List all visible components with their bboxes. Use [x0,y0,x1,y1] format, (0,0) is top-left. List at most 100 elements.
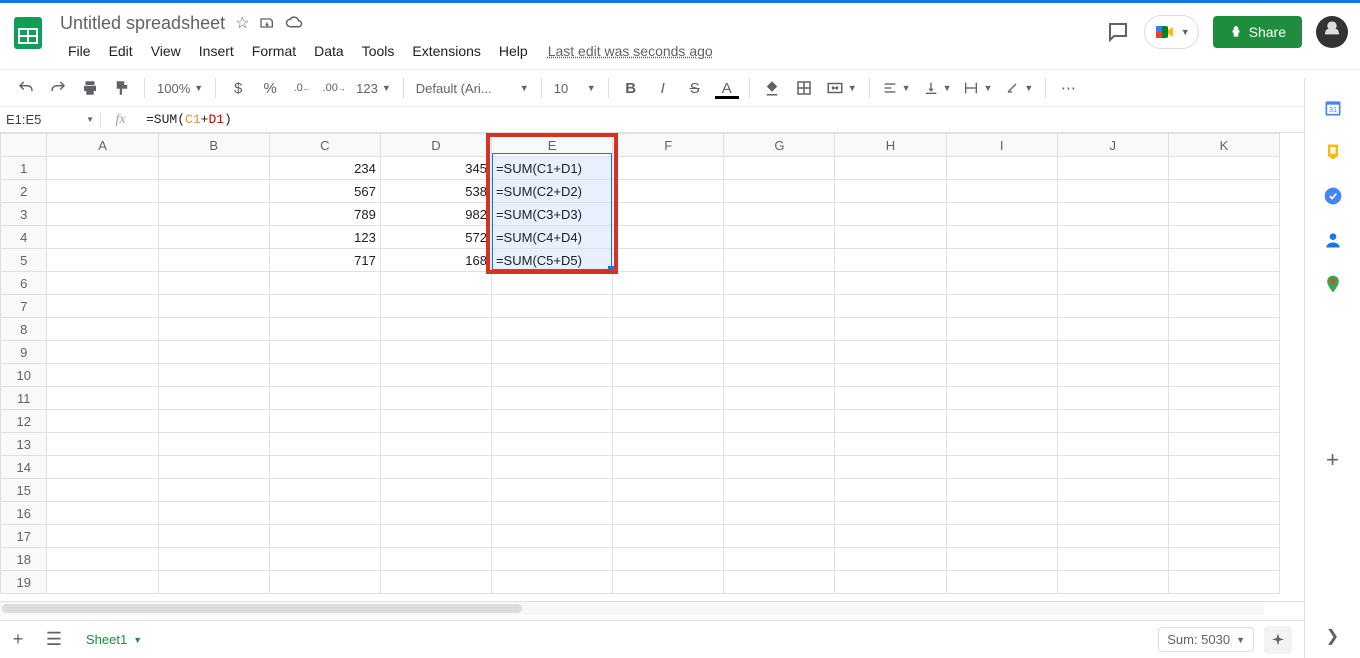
cell-G2[interactable] [724,180,835,203]
star-icon[interactable]: ☆ [235,13,249,33]
col-header-H[interactable]: H [835,134,946,157]
cell-B9[interactable] [158,341,269,364]
cell-H5[interactable] [835,249,946,272]
cell-I12[interactable] [946,410,1057,433]
cell-D15[interactable] [380,479,491,502]
maps-icon[interactable] [1323,274,1343,294]
cell-A15[interactable] [47,479,158,502]
row-header-4[interactable]: 4 [1,226,47,249]
row-header-16[interactable]: 16 [1,502,47,525]
cloud-status-icon[interactable] [285,16,303,30]
cell-C19[interactable] [269,571,380,594]
cell-B16[interactable] [158,502,269,525]
move-icon[interactable] [259,15,275,31]
text-wrap-button[interactable]: ▼ [959,80,996,96]
tasks-icon[interactable] [1323,186,1343,206]
cell-I10[interactable] [946,364,1057,387]
cell-G19[interactable] [724,571,835,594]
cell-J8[interactable] [1057,318,1168,341]
cell-J15[interactable] [1057,479,1168,502]
fill-color-button[interactable] [758,74,786,102]
cell-H19[interactable] [835,571,946,594]
text-rotate-button[interactable]: ▼ [1000,80,1037,96]
doc-title[interactable]: Untitled spreadsheet [60,13,225,34]
cell-I5[interactable] [946,249,1057,272]
cell-I15[interactable] [946,479,1057,502]
cell-J6[interactable] [1057,272,1168,295]
cell-B4[interactable] [158,226,269,249]
cell-G8[interactable] [724,318,835,341]
cell-E5[interactable]: =SUM(C5+D5) [491,249,612,272]
cell-K8[interactable] [1168,318,1279,341]
cell-I18[interactable] [946,548,1057,571]
cell-G4[interactable] [724,226,835,249]
cell-A9[interactable] [47,341,158,364]
menu-help[interactable]: Help [491,39,536,63]
cell-B13[interactable] [158,433,269,456]
cell-B2[interactable] [158,180,269,203]
cell-A16[interactable] [47,502,158,525]
cell-A14[interactable] [47,456,158,479]
col-header-F[interactable]: F [613,134,724,157]
cell-B12[interactable] [158,410,269,433]
cell-C11[interactable] [269,387,380,410]
bold-button[interactable]: B [617,74,645,102]
cell-E7[interactable] [491,295,612,318]
cell-C9[interactable] [269,341,380,364]
cell-A18[interactable] [47,548,158,571]
cell-C10[interactable] [269,364,380,387]
cell-E4[interactable]: =SUM(C4+D4) [491,226,612,249]
text-color-button[interactable]: A [713,74,741,102]
meet-button[interactable]: ▼ [1144,15,1199,49]
cell-E13[interactable] [491,433,612,456]
cell-E16[interactable] [491,502,612,525]
paint-format-button[interactable] [108,74,136,102]
row-header-18[interactable]: 18 [1,548,47,571]
cell-C17[interactable] [269,525,380,548]
merge-cells-button[interactable]: ▼ [822,79,861,97]
col-header-B[interactable]: B [158,134,269,157]
cell-I19[interactable] [946,571,1057,594]
keep-icon[interactable] [1323,142,1343,162]
cell-G15[interactable] [724,479,835,502]
col-header-C[interactable]: C [269,134,380,157]
cell-K18[interactable] [1168,548,1279,571]
row-header-10[interactable]: 10 [1,364,47,387]
row-header-2[interactable]: 2 [1,180,47,203]
col-header-D[interactable]: D [380,134,491,157]
cell-I9[interactable] [946,341,1057,364]
row-header-11[interactable]: 11 [1,387,47,410]
cell-C12[interactable] [269,410,380,433]
cell-E8[interactable] [491,318,612,341]
cell-F1[interactable] [613,157,724,180]
cell-K4[interactable] [1168,226,1279,249]
cell-H9[interactable] [835,341,946,364]
cell-F2[interactable] [613,180,724,203]
menu-file[interactable]: File [60,39,99,63]
cell-D14[interactable] [380,456,491,479]
cell-J4[interactable] [1057,226,1168,249]
cell-D8[interactable] [380,318,491,341]
cell-B1[interactable] [158,157,269,180]
cell-F3[interactable] [613,203,724,226]
cell-K10[interactable] [1168,364,1279,387]
quicksum-box[interactable]: Sum: 5030▼ [1158,627,1254,652]
cell-D2[interactable]: 538 [380,180,491,203]
cell-J12[interactable] [1057,410,1168,433]
explore-button[interactable] [1264,626,1292,654]
cell-F13[interactable] [613,433,724,456]
cell-G10[interactable] [724,364,835,387]
cell-D13[interactable] [380,433,491,456]
cell-A10[interactable] [47,364,158,387]
cell-F16[interactable] [613,502,724,525]
cell-F14[interactable] [613,456,724,479]
cell-C2[interactable]: 567 [269,180,380,203]
cell-K1[interactable] [1168,157,1279,180]
formula-input[interactable]: =SUM(C1+D1) [140,112,1360,127]
menu-tools[interactable]: Tools [354,39,403,63]
cell-B10[interactable] [158,364,269,387]
cell-K14[interactable] [1168,456,1279,479]
cell-H13[interactable] [835,433,946,456]
cell-E15[interactable] [491,479,612,502]
cell-A4[interactable] [47,226,158,249]
